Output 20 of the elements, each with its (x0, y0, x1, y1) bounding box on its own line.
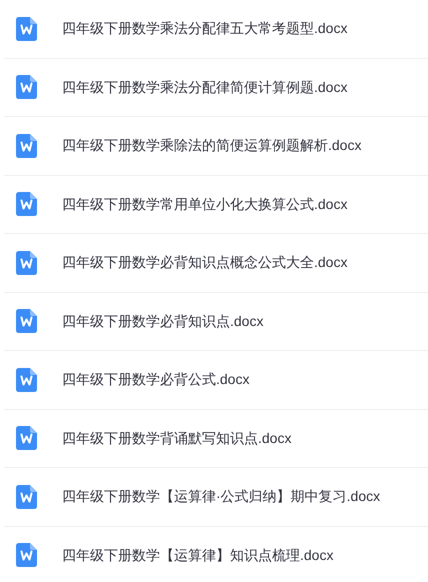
word-document-icon (16, 543, 37, 568)
word-document-icon (16, 426, 37, 450)
word-document-icon (16, 250, 37, 275)
word-document-icon (16, 16, 37, 41)
file-name[interactable]: 四年级下册数学背诵默写知识点.docx (62, 428, 292, 449)
word-document-icon (16, 75, 37, 100)
word-document-icon (16, 192, 37, 216)
file-name[interactable]: 四年级下册数学乘法分配律简便计算例题.docx (62, 76, 348, 98)
file-name[interactable]: 四年级下册数学【运算律】知识点梳理.docx (62, 544, 334, 566)
file-name[interactable]: 四年级下册数学必背知识点概念公式大全.docx (62, 252, 348, 274)
file-name[interactable]: 四年级下册数学必背知识点.docx (62, 310, 264, 332)
file-name[interactable]: 四年级下册数学必背公式.docx (62, 369, 250, 390)
file-name[interactable]: 四年级下册数学乘除法的简便运算例题解析.docx (62, 135, 362, 156)
file-name[interactable]: 四年级下册数学常用单位小化大换算公式.docx (62, 194, 348, 215)
word-document-icon (16, 309, 37, 334)
word-document-icon (16, 134, 37, 158)
word-document-icon (16, 368, 37, 392)
file-name[interactable]: 四年级下册数学乘法分配律五大常考题型.docx (62, 18, 348, 40)
word-document-icon (16, 484, 37, 509)
file-name[interactable]: 四年级下册数学【运算律·公式归纳】期中复习.docx (62, 486, 380, 508)
